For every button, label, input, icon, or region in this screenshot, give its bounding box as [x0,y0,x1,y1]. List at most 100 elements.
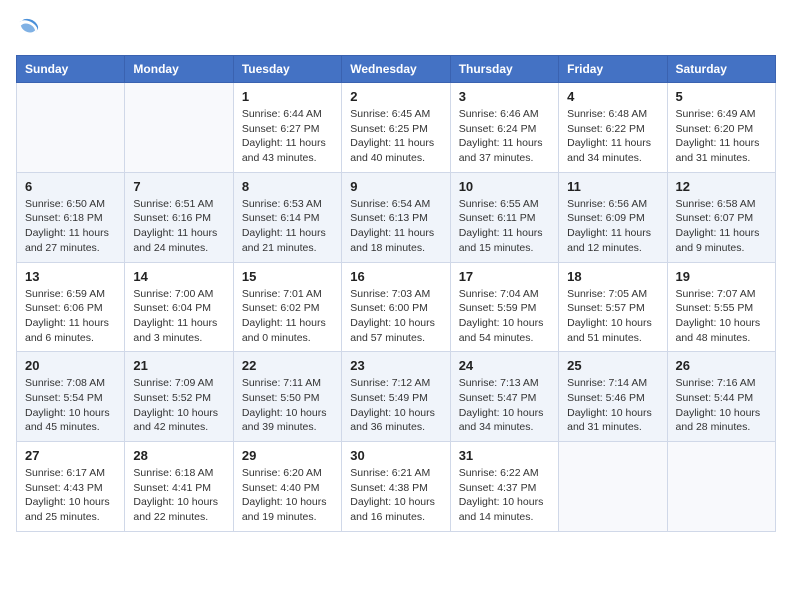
day-number: 9 [350,179,441,194]
calendar-cell: 21 Sunrise: 7:09 AMSunset: 5:52 PMDayligh… [125,352,233,442]
day-number: 1 [242,89,333,104]
calendar-cell: 16 Sunrise: 7:03 AMSunset: 6:00 PMDayligh… [342,262,450,352]
day-number: 23 [350,358,441,373]
calendar-table: SundayMondayTuesdayWednesdayThursdayFrid… [16,55,776,532]
calendar-week-4: 20 Sunrise: 7:08 AMSunset: 5:54 PMDayligh… [17,352,776,442]
calendar-cell [667,442,775,532]
day-info: Sunrise: 7:14 AMSunset: 5:46 PMDaylight:… [567,376,658,435]
calendar-cell: 27 Sunrise: 6:17 AMSunset: 4:43 PMDayligh… [17,442,125,532]
calendar-cell [17,83,125,173]
day-header-tuesday: Tuesday [233,56,341,83]
calendar-week-5: 27 Sunrise: 6:17 AMSunset: 4:43 PMDayligh… [17,442,776,532]
calendar-cell: 1Sunrise: 6:44 AMSunset: 6:27 PMDaylight… [233,83,341,173]
day-info: Sunrise: 6:21 AMSunset: 4:38 PMDaylight:… [350,466,441,525]
day-number: 5 [676,89,767,104]
calendar-cell: 13 Sunrise: 6:59 AMSunset: 6:06 PMDayligh… [17,262,125,352]
calendar-cell: 5 Sunrise: 6:49 AMSunset: 6:20 PMDaylight… [667,83,775,173]
calendar-cell: 30 Sunrise: 6:21 AMSunset: 4:38 PMDayligh… [342,442,450,532]
calendar-cell: 2 Sunrise: 6:45 AMSunset: 6:25 PMDaylight… [342,83,450,173]
day-number: 3 [459,89,550,104]
logo-icon [16,16,40,40]
day-info: Sunrise: 6:45 AMSunset: 6:25 PMDaylight:… [350,107,441,166]
calendar-cell: 26 Sunrise: 7:16 AMSunset: 5:44 PMDayligh… [667,352,775,442]
day-info: Sunrise: 6:18 AMSunset: 4:41 PMDaylight:… [133,466,224,525]
day-number: 26 [676,358,767,373]
day-header-saturday: Saturday [667,56,775,83]
day-number: 29 [242,448,333,463]
calendar-cell: 8 Sunrise: 6:53 AMSunset: 6:14 PMDaylight… [233,172,341,262]
day-number: 18 [567,269,658,284]
day-info: Sunrise: 7:16 AMSunset: 5:44 PMDaylight:… [676,376,767,435]
day-number: 27 [25,448,116,463]
day-number: 28 [133,448,224,463]
day-number: 21 [133,358,224,373]
day-number: 30 [350,448,441,463]
calendar-cell: 9 Sunrise: 6:54 AMSunset: 6:13 PMDaylight… [342,172,450,262]
day-info: Sunrise: 6:17 AMSunset: 4:43 PMDaylight:… [25,466,116,525]
day-number: 12 [676,179,767,194]
calendar-cell: 19 Sunrise: 7:07 AMSunset: 5:55 PMDayligh… [667,262,775,352]
day-number: 22 [242,358,333,373]
day-info: Sunrise: 6:53 AMSunset: 6:14 PMDaylight:… [242,197,333,256]
day-info: Sunrise: 7:01 AMSunset: 6:02 PMDaylight:… [242,287,333,346]
calendar-cell [559,442,667,532]
calendar-cell: 25 Sunrise: 7:14 AMSunset: 5:46 PMDayligh… [559,352,667,442]
calendar-cell: 15 Sunrise: 7:01 AMSunset: 6:02 PMDayligh… [233,262,341,352]
day-number: 13 [25,269,116,284]
calendar-cell: 4Sunrise: 6:48 AMSunset: 6:22 PMDaylight… [559,83,667,173]
page-header [16,16,776,45]
day-info: Sunrise: 6:20 AMSunset: 4:40 PMDaylight:… [242,466,333,525]
day-info: Sunrise: 7:04 AMSunset: 5:59 PMDaylight:… [459,287,550,346]
day-number: 25 [567,358,658,373]
day-header-sunday: Sunday [17,56,125,83]
calendar-cell: 7 Sunrise: 6:51 AMSunset: 6:16 PMDaylight… [125,172,233,262]
calendar-cell: 31 Sunrise: 6:22 AMSunset: 4:37 PMDayligh… [450,442,558,532]
logo [16,16,42,45]
day-info: Sunrise: 6:22 AMSunset: 4:37 PMDaylight:… [459,466,550,525]
day-number: 31 [459,448,550,463]
day-info: Sunrise: 7:07 AMSunset: 5:55 PMDaylight:… [676,287,767,346]
calendar-cell: 28 Sunrise: 6:18 AMSunset: 4:41 PMDayligh… [125,442,233,532]
day-info: Sunrise: 7:03 AMSunset: 6:00 PMDaylight:… [350,287,441,346]
day-info: Sunrise: 6:46 AMSunset: 6:24 PMDaylight:… [459,107,550,166]
day-number: 10 [459,179,550,194]
day-number: 16 [350,269,441,284]
day-number: 2 [350,89,441,104]
day-info: Sunrise: 7:12 AMSunset: 5:49 PMDaylight:… [350,376,441,435]
calendar-cell: 20 Sunrise: 7:08 AMSunset: 5:54 PMDayligh… [17,352,125,442]
day-info: Sunrise: 7:05 AMSunset: 5:57 PMDaylight:… [567,287,658,346]
day-info: Sunrise: 6:56 AMSunset: 6:09 PMDaylight:… [567,197,658,256]
calendar-cell: 18 Sunrise: 7:05 AMSunset: 5:57 PMDayligh… [559,262,667,352]
day-number: 8 [242,179,333,194]
calendar-cell: 14 Sunrise: 7:00 AMSunset: 6:04 PMDayligh… [125,262,233,352]
day-info: Sunrise: 7:11 AMSunset: 5:50 PMDaylight:… [242,376,333,435]
day-info: Sunrise: 6:51 AMSunset: 6:16 PMDaylight:… [133,197,224,256]
day-info: Sunrise: 6:49 AMSunset: 6:20 PMDaylight:… [676,107,767,166]
day-info: Sunrise: 7:09 AMSunset: 5:52 PMDaylight:… [133,376,224,435]
day-number: 24 [459,358,550,373]
calendar-cell: 22 Sunrise: 7:11 AMSunset: 5:50 PMDayligh… [233,352,341,442]
day-header-monday: Monday [125,56,233,83]
day-header-thursday: Thursday [450,56,558,83]
day-info: Sunrise: 6:50 AMSunset: 6:18 PMDaylight:… [25,197,116,256]
day-number: 4 [567,89,658,104]
day-number: 7 [133,179,224,194]
calendar-header-row: SundayMondayTuesdayWednesdayThursdayFrid… [17,56,776,83]
day-number: 17 [459,269,550,284]
day-number: 11 [567,179,658,194]
day-info: Sunrise: 6:59 AMSunset: 6:06 PMDaylight:… [25,287,116,346]
calendar-cell: 12 Sunrise: 6:58 AMSunset: 6:07 PMDayligh… [667,172,775,262]
day-info: Sunrise: 7:00 AMSunset: 6:04 PMDaylight:… [133,287,224,346]
day-info: Sunrise: 6:58 AMSunset: 6:07 PMDaylight:… [676,197,767,256]
calendar-cell: 11 Sunrise: 6:56 AMSunset: 6:09 PMDayligh… [559,172,667,262]
day-number: 15 [242,269,333,284]
calendar-cell: 6Sunrise: 6:50 AMSunset: 6:18 PMDaylight… [17,172,125,262]
day-info: Sunrise: 6:54 AMSunset: 6:13 PMDaylight:… [350,197,441,256]
calendar-week-1: 1Sunrise: 6:44 AMSunset: 6:27 PMDaylight… [17,83,776,173]
day-number: 19 [676,269,767,284]
day-info: Sunrise: 7:08 AMSunset: 5:54 PMDaylight:… [25,376,116,435]
day-number: 14 [133,269,224,284]
calendar-cell: 17 Sunrise: 7:04 AMSunset: 5:59 PMDayligh… [450,262,558,352]
day-number: 20 [25,358,116,373]
calendar-cell: 24Sunrise: 7:13 AMSunset: 5:47 PMDayligh… [450,352,558,442]
